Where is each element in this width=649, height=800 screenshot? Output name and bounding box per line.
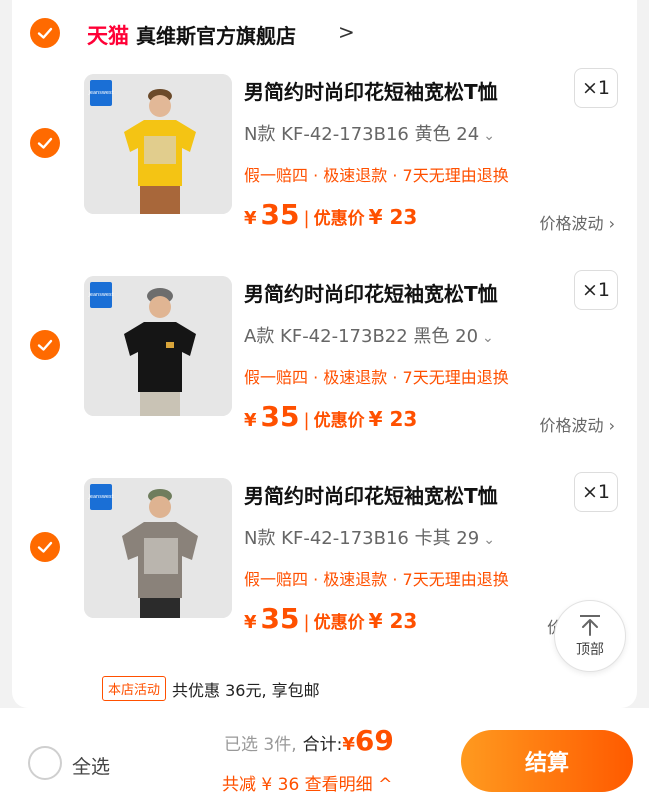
- sku-text: N款 KF-42-173B16 卡其 29: [244, 528, 480, 549]
- store-activity[interactable]: 本店活动 共优惠 36元, 享包邮: [102, 676, 320, 702]
- total-amount: 69: [354, 724, 394, 757]
- activity-text: 共优惠 36元, 享包邮: [172, 680, 320, 700]
- service-promises: 假一赔四 · 极速退款 · 7天无理由退换: [244, 368, 509, 387]
- checkmark-icon: [37, 541, 53, 553]
- price: 35: [260, 198, 300, 231]
- scroll-to-top-button[interactable]: 顶部: [554, 600, 626, 672]
- select-all-label[interactable]: 全选: [72, 752, 110, 779]
- divider: |: [303, 410, 310, 431]
- price-fluctuation-text: 价格波动: [539, 214, 604, 233]
- sku-selector[interactable]: N款 KF-42-173B16 黄色 24 ⌄: [244, 120, 495, 146]
- brand-badge: Jeanswest: [88, 484, 114, 510]
- chevron-down-icon: ⌄: [483, 532, 495, 548]
- product-image[interactable]: Jeanswest: [84, 276, 232, 416]
- price-row: ¥35 | 优惠价 ¥ 23: [244, 602, 417, 642]
- store-header[interactable]: 天猫 真维斯官方旗舰店 >: [12, 14, 637, 52]
- product-image[interactable]: Jeanswest: [84, 74, 232, 214]
- quantity-button[interactable]: ×1: [574, 270, 618, 310]
- price-row: ¥35 | 优惠价 ¥ 23: [244, 400, 417, 440]
- price-fluctuation-link[interactable]: 价格波动 ›: [539, 412, 615, 436]
- sku-text: N款 KF-42-173B16 黄色 24: [244, 124, 480, 145]
- price-row: ¥35 | 优惠价 ¥ 23: [244, 198, 417, 238]
- sku-text: A款 KF-42-173B22 黑色 20: [244, 326, 479, 347]
- chevron-right-icon: ›: [608, 214, 615, 233]
- total-currency: ¥: [342, 734, 355, 755]
- discount-price: ¥ 23: [368, 609, 418, 633]
- brand-badge: Jeanswest: [88, 80, 114, 106]
- price-currency: ¥: [244, 612, 257, 633]
- chevron-right-icon[interactable]: >: [338, 20, 355, 44]
- item-checkbox[interactable]: [30, 330, 60, 360]
- sku-selector[interactable]: A款 KF-42-173B22 黑色 20 ⌄: [244, 322, 494, 348]
- select-all-checkbox[interactable]: [28, 746, 62, 780]
- product-image[interactable]: Jeanswest: [84, 478, 232, 618]
- cart-item[interactable]: Jeanswest 男简约时尚印花短袖宽松T恤 ×1 N款 KF-42-173B…: [12, 472, 637, 668]
- quantity-button[interactable]: ×1: [574, 472, 618, 512]
- chevron-down-icon: ⌄: [483, 128, 495, 144]
- scroll-to-top-label: 顶部: [576, 642, 604, 658]
- sku-selector[interactable]: N款 KF-42-173B16 卡其 29 ⌄: [244, 524, 495, 550]
- cart-item[interactable]: Jeanswest 男简约时尚印花短袖宽松T恤 ×1 A款 KF-42-173B…: [12, 270, 637, 466]
- brand-badge: Jeanswest: [88, 282, 114, 308]
- discount-label: 优惠价: [313, 411, 365, 431]
- total-summary: 已选 3件, 合计:¥69: [224, 724, 394, 757]
- divider: |: [303, 208, 310, 229]
- item-checkbox[interactable]: [30, 128, 60, 158]
- store-checkbox[interactable]: [30, 18, 60, 48]
- price-currency: ¥: [244, 410, 257, 431]
- service-promises: 假一赔四 · 极速退款 · 7天无理由退换: [244, 570, 509, 589]
- price-fluctuation-link[interactable]: 价格波动 ›: [539, 210, 615, 234]
- item-checkbox[interactable]: [30, 532, 60, 562]
- cart-store-card: 天猫 真维斯官方旗舰店 > Jeanswest 男简约时尚印花短袖宽松T恤 ×1…: [12, 0, 637, 708]
- discount-label: 优惠价: [313, 613, 365, 633]
- price-currency: ¥: [244, 208, 257, 229]
- tmall-logo: 天猫: [87, 24, 129, 48]
- total-label: 合计:: [302, 735, 343, 755]
- discount-price: ¥ 23: [368, 407, 418, 431]
- view-details-link[interactable]: 共减 ¥ 36 查看明细 ^: [222, 770, 392, 795]
- product-title[interactable]: 男简约时尚印花短袖宽松T恤: [244, 76, 498, 105]
- activity-tag: 本店活动: [102, 676, 167, 701]
- quantity-button[interactable]: ×1: [574, 68, 618, 108]
- chevron-down-icon: ⌄: [482, 330, 494, 346]
- selected-count: 已选 3件,: [224, 735, 297, 755]
- cart-footer: 全选 已选 3件, 合计:¥69 共减 ¥ 36 查看明细 ^ 结算: [0, 708, 649, 800]
- price: 35: [260, 602, 300, 635]
- checkmark-icon: [37, 27, 53, 39]
- price: 35: [260, 400, 300, 433]
- checkmark-icon: [37, 137, 53, 149]
- service-promises: 假一赔四 · 极速退款 · 7天无理由退换: [244, 166, 509, 185]
- checkmark-icon: [37, 339, 53, 351]
- product-title[interactable]: 男简约时尚印花短袖宽松T恤: [244, 480, 498, 509]
- discount-price: ¥ 23: [368, 205, 418, 229]
- discount-label: 优惠价: [313, 209, 365, 229]
- checkout-button[interactable]: 结算: [461, 730, 633, 792]
- price-fluctuation-text: 价格波动: [539, 416, 604, 435]
- arrow-up-icon: [580, 615, 600, 636]
- chevron-right-icon: ›: [608, 416, 615, 435]
- product-title[interactable]: 男简约时尚印花短袖宽松T恤: [244, 278, 498, 307]
- cart-item[interactable]: Jeanswest 男简约时尚印花短袖宽松T恤 ×1 N款 KF-42-173B…: [12, 68, 637, 264]
- store-name[interactable]: 真维斯官方旗舰店: [136, 20, 296, 49]
- divider: |: [303, 612, 310, 633]
